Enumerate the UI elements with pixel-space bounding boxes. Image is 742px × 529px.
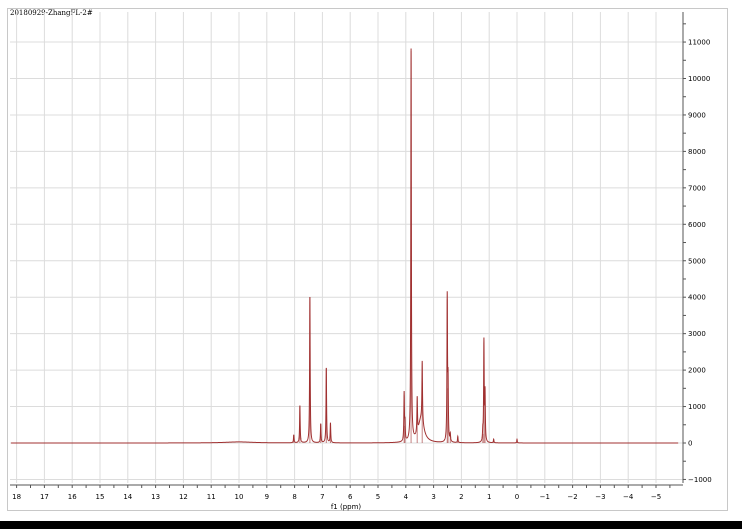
- x-tick-label: 7: [320, 493, 324, 501]
- x-tick-label: 3: [431, 493, 435, 501]
- x-tick-label: 0: [515, 493, 519, 501]
- x-tick-label: 13: [151, 493, 160, 501]
- x-tick-label: 16: [68, 493, 77, 501]
- y-tick-label: 3000: [688, 330, 706, 338]
- x-tick-label: −5: [651, 493, 661, 501]
- x-tick-label: 12: [179, 493, 188, 501]
- spectrum-line: [11, 48, 679, 444]
- x-tick-label: −2: [567, 493, 577, 501]
- y-tick-label: 1000: [688, 403, 706, 411]
- x-tick-label: 6: [348, 493, 353, 501]
- x-tick-label: 2: [459, 493, 463, 501]
- y-tick-label: 10000: [688, 75, 710, 83]
- x-tick-label: −3: [595, 493, 605, 501]
- y-tick-label: 2000: [688, 367, 706, 375]
- x-tick-label: 17: [40, 493, 49, 501]
- y-tick-label: 7000: [688, 184, 706, 192]
- x-tick-label: 4: [404, 493, 409, 501]
- y-tick-label: 11000: [688, 39, 710, 47]
- y-tick-label: 8000: [688, 148, 706, 156]
- y-tick-label: −1000: [688, 476, 712, 484]
- x-tick-label: −1: [540, 493, 550, 501]
- x-tick-label: 11: [207, 493, 216, 501]
- x-tick-label: 10: [235, 493, 244, 501]
- y-tick-label: 9000: [688, 111, 706, 119]
- x-tick-label: 8: [292, 493, 296, 501]
- y-tick-label: 4000: [688, 294, 706, 302]
- bottom-bar: [0, 521, 742, 529]
- x-tick-label: 9: [265, 493, 269, 501]
- x-tick-label: 1: [487, 493, 491, 501]
- x-tick-label: −4: [623, 493, 634, 501]
- x-tick-label: 14: [123, 493, 132, 501]
- x-tick-label: 15: [96, 493, 105, 501]
- nmr-chart: 18 17 16 15 14 13 12 11 10 9 8 7 6 5 4 3 2 1 0 −1 −2 −3 −4 −5f1…: [10, 12, 712, 511]
- x-tick-label: 18: [12, 493, 21, 501]
- y-tick-label: 0: [688, 440, 692, 448]
- y-tick-label: 5000: [688, 257, 706, 265]
- x-tick-label: 5: [376, 493, 380, 501]
- y-tick-label: 6000: [688, 221, 706, 229]
- x-axis-label: f1 (ppm): [331, 503, 362, 511]
